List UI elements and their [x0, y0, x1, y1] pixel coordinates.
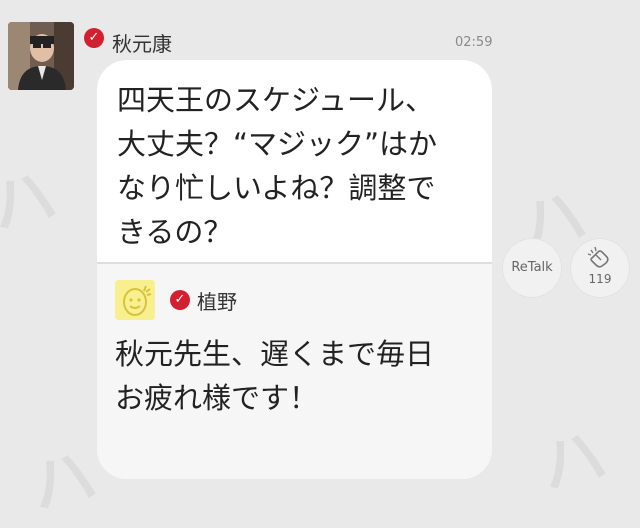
- quoted-verified-check-icon: ✓: [170, 290, 190, 310]
- background-watermark: ハ: [23, 438, 104, 526]
- retalk-label: ReTalk: [511, 260, 553, 275]
- quoted-message-text: 秋元先生、遅くまで毎日 お疲れ様です！: [115, 337, 435, 415]
- avatar-photo: [8, 22, 74, 90]
- smiley-face-icon: [115, 280, 155, 320]
- verified-check-icon: ✓: [84, 28, 104, 48]
- clap-button[interactable]: 119: [570, 238, 630, 298]
- quoted-avatar[interactable]: [115, 280, 155, 320]
- background-watermark: ハ: [0, 158, 64, 246]
- sender-avatar[interactable]: [8, 22, 74, 90]
- sender-name[interactable]: 秋元康: [112, 28, 172, 57]
- quoted-sender-name: 植野: [197, 290, 237, 314]
- message-text: 四天王のスケジュール、 大丈夫？“マジック”はか なり忙しいよね？調整で きるの…: [117, 83, 438, 249]
- background-watermark: ハ: [533, 418, 614, 506]
- clap-count: 119: [588, 272, 612, 286]
- quoted-message[interactable]: ✓ 植野 秋元先生、遅くまで毎日 お疲れ様です！: [97, 262, 492, 479]
- message-bubble[interactable]: 四天王のスケジュール、 大丈夫？“マジック”はか なり忙しいよね？調整で きるの…: [97, 60, 492, 479]
- message-timestamp: 02:59: [455, 35, 493, 50]
- clap-icon: [587, 246, 609, 268]
- retalk-button[interactable]: ReTalk: [502, 238, 562, 298]
